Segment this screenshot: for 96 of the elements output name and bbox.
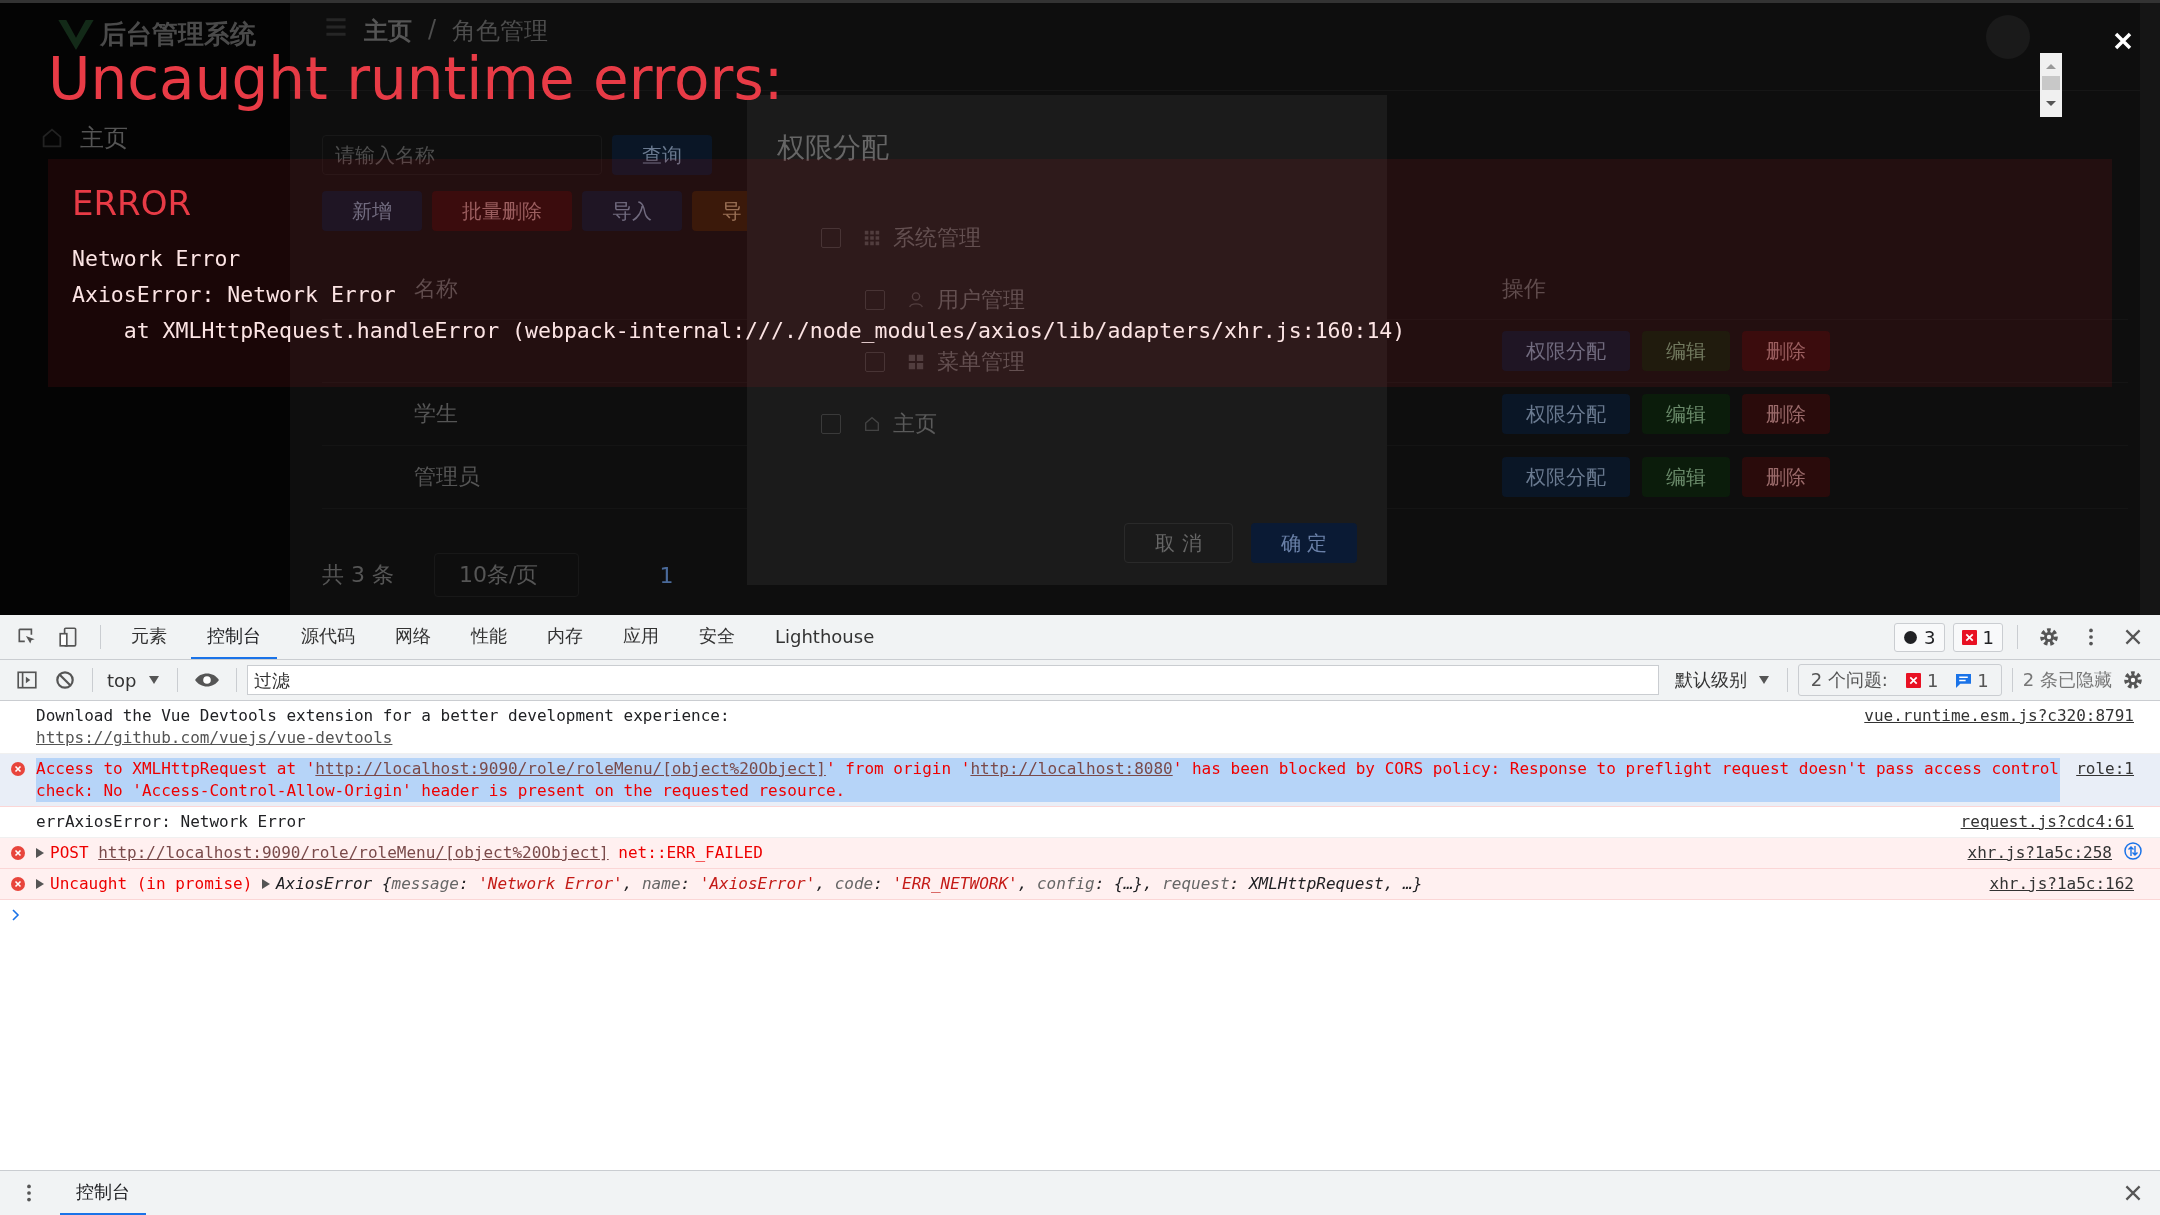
message-counter[interactable]: 1 — [1952, 622, 2003, 652]
expand-icon[interactable] — [261, 879, 270, 889]
source-link[interactable]: vue.runtime.esm.js?c320:8791 — [1864, 705, 2134, 727]
app-brand: 后台管理系统 — [100, 18, 256, 51]
expand-icon[interactable] — [36, 848, 44, 858]
error-icon — [1905, 672, 1921, 688]
search-field[interactable]: 请输入名称 — [322, 135, 602, 175]
devtools-tab[interactable]: Lighthouse — [759, 615, 891, 659]
row-action-button[interactable]: 权限分配 — [1502, 457, 1630, 497]
page-number[interactable]: 1 — [659, 562, 674, 588]
counter-value: 3 — [1924, 626, 1936, 648]
error-icon — [11, 762, 25, 776]
row-action-button[interactable]: 删除 — [1742, 394, 1830, 434]
console-message: Download the Vue Devtools extension for a better development experience: https://github.com/vuejs/vue-devtools — [36, 705, 731, 749]
toolbar-button[interactable]: 导入 — [582, 191, 682, 231]
row-action-button[interactable]: 权限分配 — [1502, 331, 1630, 371]
logo-icon — [58, 19, 94, 50]
error-icon — [11, 877, 25, 891]
error-message: at XMLHttpRequest.handleError (webpack-internal:///./node_modules/axios/lib/adapters/xhr.js:160:14) — [122, 317, 1406, 345]
devtools-tab[interactable]: 安全 — [683, 615, 751, 659]
confirm-button[interactable]: 确 定 — [1250, 523, 1357, 563]
toolbar-button[interactable]: 批量删除 — [432, 191, 572, 231]
checkbox[interactable] — [865, 352, 885, 372]
devtools-tab[interactable]: 元素 — [115, 615, 183, 659]
source-link[interactable]: role:1 — [2076, 758, 2134, 780]
console-message: errAxiosError: Network Error — [36, 811, 307, 833]
message-counter[interactable]: 3 — [1894, 622, 1945, 652]
prompt-icon — [12, 909, 20, 921]
caret-icon — [1758, 676, 1769, 684]
checkbox[interactable] — [821, 414, 841, 434]
checkbox[interactable] — [865, 290, 885, 310]
source-link[interactable]: request.js?cdc4:61 — [1960, 811, 2134, 833]
sidebar-item[interactable]: 主页 — [80, 122, 128, 154]
dialog-title: 权限分配 — [777, 130, 890, 166]
sidebar-toggle-icon[interactable] — [16, 669, 38, 691]
row-action-button[interactable]: 编辑 — [1642, 394, 1730, 434]
error-label: ERROR — [72, 183, 192, 223]
filter-field[interactable]: 过滤 — [246, 665, 1659, 695]
error-icon — [1961, 629, 1977, 645]
tree-node[interactable]: 主页 — [893, 409, 937, 439]
error-message: AxiosError: Network Error — [72, 281, 396, 309]
scrollbar[interactable] — [2140, 3, 2160, 615]
page-size-select[interactable]: 10条/页 — [434, 553, 580, 597]
clear-console-icon[interactable] — [54, 669, 76, 691]
source-link[interactable]: xhr.js?1a5c:162 — [1989, 873, 2134, 895]
expand-icon[interactable] — [36, 879, 44, 889]
close-icon[interactable] — [2113, 31, 2133, 51]
devtools-tab[interactable]: 源代码 — [285, 615, 371, 659]
console-message: Uncaught (in promise) AxiosError {message: 'Network Error', name: 'AxiosError', code: 'ERR_NETWORK', config: {…}, request: XMLHttpRequest, …} — [36, 873, 1974, 895]
grid-icon — [907, 353, 925, 371]
toolbar-button[interactable]: 新增 — [322, 191, 422, 231]
breadcrumb-separator: / — [428, 15, 437, 43]
home-icon — [863, 415, 881, 433]
error-message: Network Error — [72, 245, 241, 273]
error-count: 1 — [1926, 669, 1939, 691]
error-icon — [11, 846, 25, 860]
log-level-select[interactable]: 默认级别 — [1674, 668, 1747, 692]
source-link[interactable]: xhr.js?1a5c:258 — [1967, 842, 2112, 864]
issues-label: 2 个问题: — [1810, 668, 1888, 692]
issues-button[interactable]: 2 个问题: 1 1 — [1797, 664, 2002, 696]
row-action-button[interactable]: 删除 — [1742, 457, 1830, 497]
console-message: Access to XMLHttpRequest at 'http://localhost:9090/role/roleMenu/[object%20Object]' from origin 'http://localhost:8080' has been blocked by CORS policy: Response to preflight request doesn't pass access control check: No 'Access-Control-Allow-Origin' header is present on the requested resource. — [36, 758, 2061, 802]
row-action-button[interactable]: 删除 — [1742, 331, 1830, 371]
row-action-button[interactable]: 编辑 — [1642, 457, 1730, 497]
console-message: POST http://localhost:9090/role/roleMenu/[object%20Object] net::ERR_FAILED — [36, 842, 1952, 864]
grid-icon — [863, 229, 881, 247]
context-select[interactable]: top — [107, 669, 137, 691]
network-request-icon[interactable] — [2124, 842, 2142, 860]
cancel-button[interactable]: 取 消 — [1124, 523, 1233, 563]
hidden-count: 2 条已隐藏 — [2022, 668, 2112, 692]
info-count: 1 — [1977, 669, 1989, 691]
breadcrumb-item: 角色管理 — [452, 16, 549, 47]
checkbox[interactable] — [821, 228, 841, 248]
user-icon — [907, 291, 925, 309]
column-header: 名称 — [414, 276, 458, 301]
home-icon — [40, 126, 64, 150]
query-button[interactable]: 查询 — [612, 135, 712, 175]
devtools-tab[interactable]: 内存 — [531, 615, 599, 659]
table-cell: 学生 — [414, 401, 458, 426]
row-action-button[interactable]: 编辑 — [1642, 331, 1730, 371]
scrollbar-drawing[interactable] — [2040, 53, 2062, 117]
table-cell: 管理员 — [414, 464, 480, 489]
breadcrumb-item[interactable]: 主页 — [364, 15, 412, 47]
column-header: 操作 — [1502, 275, 1547, 303]
devtools-tab[interactable]: 网络 — [379, 615, 447, 659]
row-action-button[interactable]: 权限分配 — [1502, 394, 1630, 434]
counter-value: 1 — [1982, 626, 1994, 648]
drawer-tab[interactable]: 控制台 — [60, 1171, 146, 1215]
total-count: 共 3 条 — [322, 561, 394, 589]
settings-icon[interactable] — [2122, 669, 2144, 691]
devtools-tab[interactable]: 应用 — [607, 615, 675, 659]
dot-icon — [1903, 629, 1919, 645]
devtools-tab[interactable]: 性能 — [455, 615, 523, 659]
settings-icon[interactable] — [2038, 626, 2060, 648]
message-icon — [1956, 672, 1972, 688]
caret-icon — [148, 676, 159, 684]
